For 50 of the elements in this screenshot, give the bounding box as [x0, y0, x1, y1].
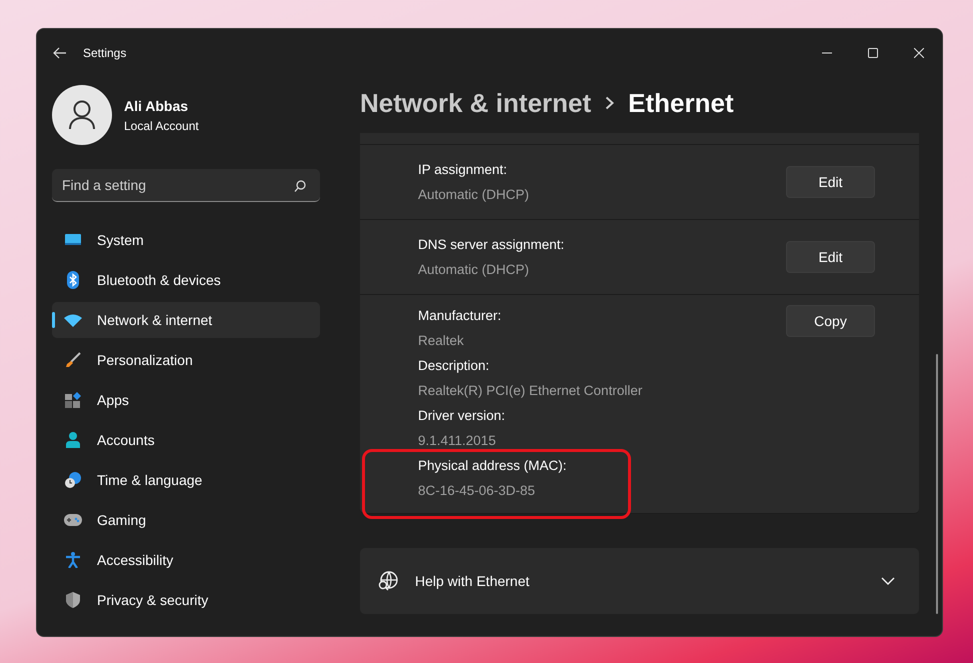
nav-item[interactable]: Gaming [52, 502, 320, 538]
detail-label: Description: [418, 357, 490, 375]
brush-icon [65, 352, 81, 368]
chevron-right-icon [605, 96, 614, 110]
window-title: Settings [83, 45, 126, 62]
apps-icon [65, 392, 81, 408]
monitor-icon [65, 233, 81, 247]
account-type: Local Account [124, 118, 199, 134]
clock-globe-icon [65, 472, 81, 488]
detail-value: Realtek(R) PCI(e) Ethernet Controller [418, 382, 644, 400]
nav-item[interactable]: Accounts [52, 422, 320, 458]
scrollbar-thumb[interactable] [936, 354, 938, 614]
search-field[interactable]: Find a setting [52, 169, 320, 202]
detail-label: Physical address (MAC): [418, 457, 568, 475]
setting-value: Automatic (DHCP) [418, 186, 530, 204]
setting-label: IP assignment: [418, 161, 508, 179]
person-icon [66, 432, 80, 448]
edit-button[interactable]: Edit [786, 241, 875, 273]
setting-value: Automatic (DHCP) [418, 261, 530, 279]
detail-label: Driver version: [418, 407, 506, 425]
detail-value: 9.1.411.2015 [418, 432, 497, 450]
wifi-icon [64, 314, 82, 326]
detail-value: Realtek [418, 332, 465, 350]
edit-button[interactable]: Edit [786, 166, 875, 198]
user-name: Ali Abbas [124, 96, 190, 116]
page-title: Ethernet [628, 86, 734, 120]
close-icon [914, 48, 924, 58]
accessibility-icon [66, 552, 80, 568]
back-arrow-icon[interactable] [53, 47, 67, 59]
bluetooth-icon [67, 271, 79, 289]
help-expander[interactable]: Help with Ethernet [360, 548, 919, 614]
nav-item[interactable]: Network & internet [52, 302, 320, 338]
nav-item[interactable]: Apps [52, 382, 320, 418]
chevron-icon [881, 577, 895, 585]
nav-item[interactable]: Privacy & security [52, 582, 320, 618]
shield-icon [66, 592, 80, 608]
nav-item[interactable]: Personalization [52, 342, 320, 378]
nav-item[interactable]: Bluetooth & devices [52, 262, 320, 298]
breadcrumb-parent[interactable]: Network & internet [360, 84, 592, 122]
setting-label: DNS server assignment: [418, 236, 566, 254]
detail-value: 8C-16-45-06-3D-85 [418, 482, 536, 500]
copy-button[interactable]: Copy [786, 305, 875, 337]
nav-item[interactable]: Accessibility [52, 542, 320, 578]
nav-item[interactable]: System [52, 222, 320, 258]
gamepad-icon [64, 514, 82, 526]
maximize-icon [868, 48, 878, 58]
nav-item[interactable]: Time & language [52, 462, 320, 498]
globe-search-icon [377, 570, 399, 592]
search-icon[interactable] [294, 180, 306, 192]
detail-label: Manufacturer: [418, 307, 502, 325]
